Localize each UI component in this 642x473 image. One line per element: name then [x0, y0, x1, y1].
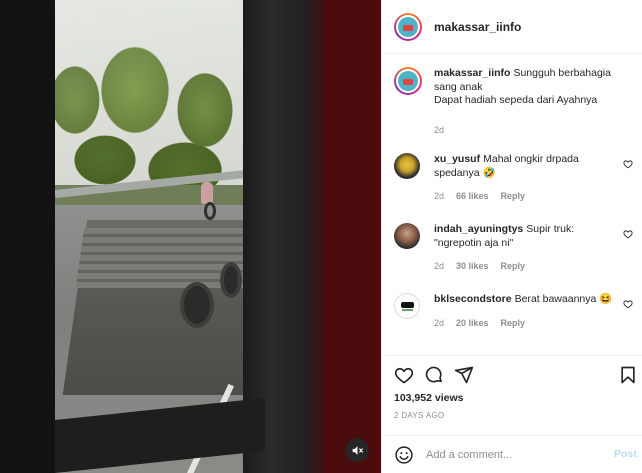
caption-text-line2: Dapat hadiah sepeda dari Ayahnya: [434, 94, 598, 106]
profile-logo: [398, 71, 418, 91]
heart-icon: [394, 367, 414, 384]
caption-username[interactable]: makassar_iinfo: [434, 67, 510, 79]
share-icon: [454, 366, 474, 384]
video-frame: [0, 0, 381, 473]
avatar[interactable]: [394, 67, 422, 95]
share-button[interactable]: [454, 365, 474, 390]
heart-icon[interactable]: [623, 229, 633, 239]
emoji-icon: [395, 445, 413, 464]
comment-text: Berat bawaannya 😆: [514, 293, 613, 305]
avatar[interactable]: [394, 223, 420, 249]
emoji-button[interactable]: [394, 445, 414, 465]
comment-username[interactable]: indah_ayuningtys: [434, 223, 523, 235]
comment-button[interactable]: [424, 365, 444, 390]
comment-icon: [425, 366, 442, 383]
avatar[interactable]: [394, 293, 420, 319]
comment-username[interactable]: bklsecondstore: [434, 293, 512, 305]
post-comment-button[interactable]: Post: [614, 448, 637, 460]
comment-time[interactable]: 2d: [434, 317, 444, 331]
mute-button[interactable]: [345, 438, 369, 462]
heart-icon[interactable]: [623, 159, 633, 169]
post-sidebar: makassar_iinfo makassar_iinfo Sungguh ber…: [381, 0, 642, 473]
comment-input[interactable]: [426, 448, 596, 461]
comment-time[interactable]: 2d: [434, 190, 444, 204]
comment-likes[interactable]: 66 likes: [456, 190, 489, 204]
post-author-username[interactable]: makassar_iinfo: [434, 20, 521, 34]
speaker-muted-icon: [352, 445, 363, 455]
avatar[interactable]: [394, 12, 422, 41]
comment-likes[interactable]: 30 likes: [456, 260, 489, 274]
post-actions: 103,952 views 2 DAYS AGO: [382, 355, 642, 435]
post-timestamp[interactable]: 2 DAYS AGO: [394, 411, 444, 420]
heart-icon[interactable]: [623, 299, 633, 309]
comment-likes[interactable]: 20 likes: [456, 317, 489, 331]
comments-list[interactable]: makassar_iinfo Sungguh berbahagia sang an…: [382, 55, 642, 355]
save-button[interactable]: [618, 365, 638, 390]
truck-window-view: [55, 0, 243, 473]
truck-cab-pillar-left: [0, 0, 55, 473]
comment-username[interactable]: xu_yusuf: [434, 153, 480, 165]
profile-logo: [398, 16, 418, 37]
reply-button[interactable]: Reply: [501, 317, 526, 331]
reply-button[interactable]: Reply: [501, 190, 526, 204]
bookmark-icon: [621, 366, 635, 384]
reply-button[interactable]: Reply: [501, 260, 526, 274]
truck-cab-interior: [323, 0, 381, 473]
view-count[interactable]: 103,952 views: [394, 392, 463, 404]
avatar[interactable]: [394, 153, 420, 179]
comment-time[interactable]: 2d: [434, 260, 444, 274]
like-button[interactable]: [394, 365, 414, 390]
post-video[interactable]: [0, 0, 381, 473]
caption-time[interactable]: 2d: [434, 124, 444, 138]
post-header: makassar_iinfo: [382, 0, 642, 54]
add-comment-bar: Post: [382, 435, 642, 473]
